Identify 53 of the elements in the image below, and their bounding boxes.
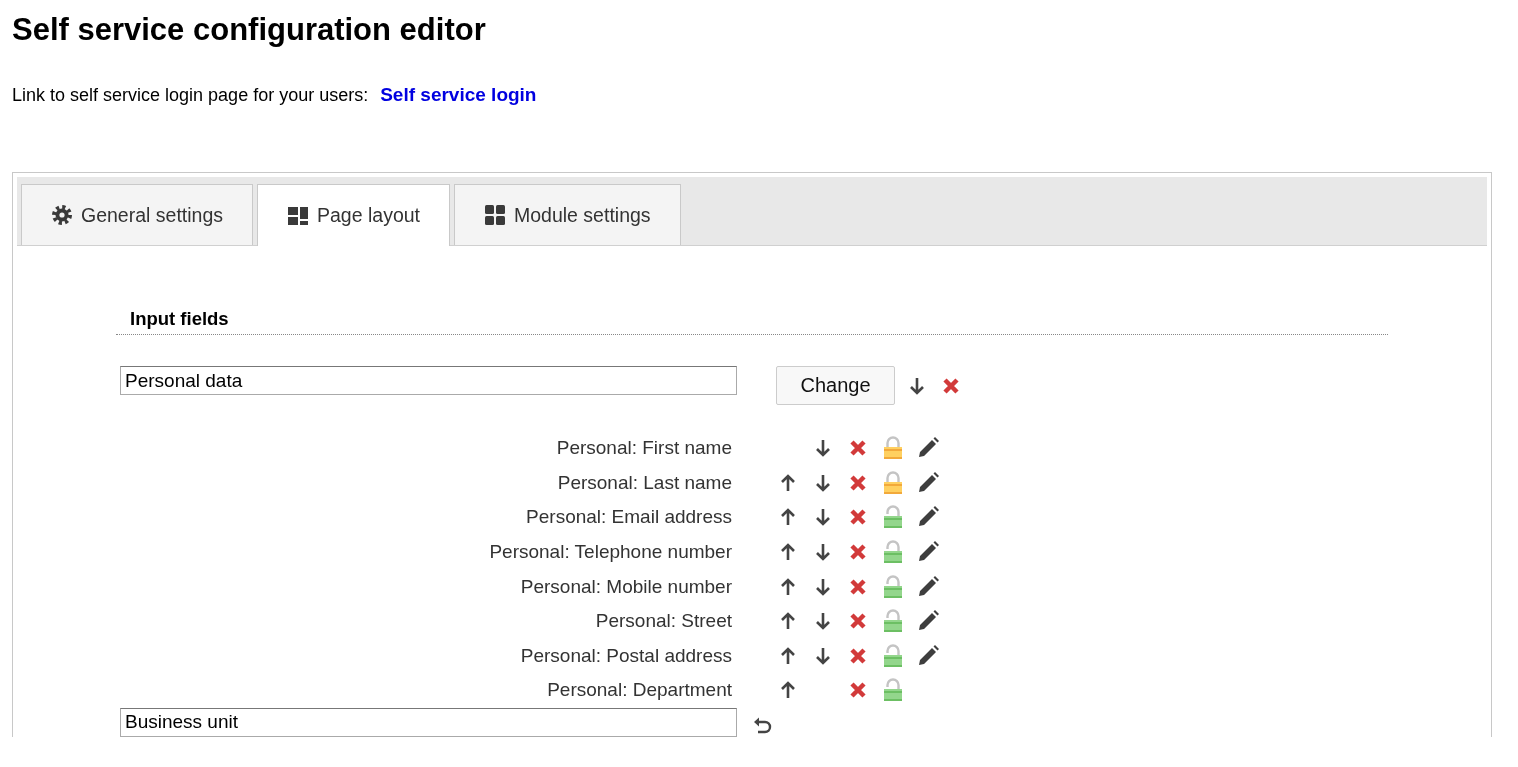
field-label: Personal: Email address	[526, 506, 732, 529]
undo-icon[interactable]	[753, 717, 773, 736]
field-label: Personal: Street	[595, 610, 732, 633]
down-arrow-icon[interactable]	[814, 577, 831, 596]
pencil-icon[interactable]	[916, 541, 939, 564]
up-arrow-icon[interactable]	[779, 543, 796, 562]
pencil-icon[interactable]	[916, 437, 939, 460]
page-title: Self service configuration editor	[12, 12, 487, 48]
field-label: Personal: Mobile number	[520, 575, 732, 598]
layout-icon	[287, 204, 309, 227]
field-label: Personal: Telephone number	[489, 541, 732, 564]
down-arrow-icon[interactable]	[814, 508, 831, 527]
up-arrow-icon[interactable]	[779, 646, 796, 665]
pencil-icon[interactable]	[916, 506, 939, 529]
delete-icon[interactable]	[848, 577, 867, 596]
delete-icon[interactable]	[848, 612, 867, 631]
gear-icon	[51, 204, 73, 226]
pencil-icon[interactable]	[916, 575, 939, 598]
section-title: Input fields	[129, 308, 230, 330]
field-label: Personal: Last name	[557, 471, 732, 494]
pencil-icon[interactable]	[916, 644, 939, 667]
new-group-field[interactable]: Business unit	[120, 707, 737, 737]
up-arrow-icon[interactable]	[779, 473, 796, 492]
pencil-icon[interactable]	[916, 610, 939, 633]
down-arrow-icon[interactable]	[814, 439, 831, 458]
grid-icon	[484, 204, 506, 226]
delete-icon[interactable]	[942, 376, 960, 395]
up-arrow-icon[interactable]	[779, 681, 796, 700]
field-label: Personal: First name	[556, 437, 732, 460]
field-label: Personal: Department	[547, 679, 732, 702]
down-arrow-icon[interactable]	[909, 376, 925, 395]
self-service-login-link[interactable]: Self service login	[380, 84, 537, 106]
group-name-field[interactable]: Personal data	[120, 366, 737, 395]
up-arrow-icon[interactable]	[779, 508, 796, 527]
pencil-icon[interactable]	[916, 471, 939, 494]
down-arrow-icon[interactable]	[814, 473, 831, 492]
delete-icon[interactable]	[848, 681, 867, 700]
delete-icon[interactable]	[848, 439, 867, 458]
tab[interactable]: General settings	[21, 184, 253, 245]
delete-icon[interactable]	[848, 473, 867, 492]
field-label: Personal: Postal address	[520, 644, 732, 667]
down-arrow-icon[interactable]	[814, 612, 831, 631]
tab[interactable]: Page layout	[257, 184, 450, 246]
down-arrow-icon[interactable]	[814, 646, 831, 665]
change-button[interactable]: Change	[776, 366, 895, 405]
delete-icon[interactable]	[848, 543, 867, 562]
down-arrow-icon[interactable]	[814, 543, 831, 562]
tab[interactable]: Module settings	[454, 184, 681, 245]
intro-text: Link to self service login page for your users:	[12, 85, 369, 106]
delete-icon[interactable]	[848, 508, 867, 527]
delete-icon[interactable]	[848, 646, 867, 665]
up-arrow-icon[interactable]	[779, 577, 796, 596]
up-arrow-icon[interactable]	[779, 612, 796, 631]
